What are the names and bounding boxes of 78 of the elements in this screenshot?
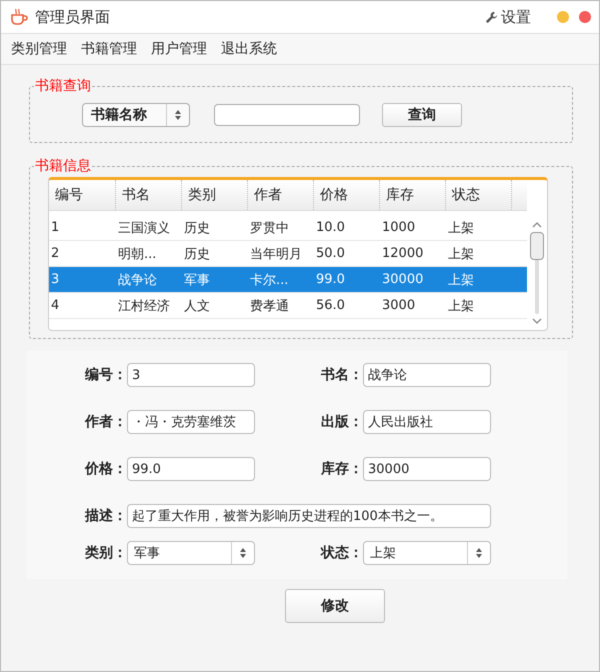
window-title: 管理员界面 (35, 8, 110, 26)
table-cell-text: 三国演义 (117, 220, 171, 236)
table-cell-text: 56.0 (315, 298, 346, 313)
wrench-icon (485, 10, 498, 24)
chevron-up-icon[interactable] (532, 222, 542, 228)
table-cell-text: 江村经济 (117, 298, 171, 314)
table-cell-text: 费孝通 (249, 298, 290, 314)
query-button[interactable]: 查询 (382, 103, 462, 127)
column-header[interactable]: 类别 (182, 180, 248, 210)
column-header[interactable]: 库存 (380, 180, 446, 210)
search-field[interactable] (214, 104, 360, 126)
field-label: 类别： (84, 544, 127, 562)
table-cell-text: 1 (50, 220, 60, 235)
input-field[interactable]: 3 (127, 363, 255, 387)
column-header[interactable]: 作者 (248, 180, 314, 210)
table-cell-text: 3 (50, 272, 60, 287)
spinner-arrows-icon (239, 547, 247, 559)
field-label: 库存： (320, 460, 363, 478)
minimize-button[interactable] (557, 11, 569, 23)
field-label: 书名： (320, 366, 363, 384)
field-label: 描述： (84, 507, 127, 525)
table-cell-text: 罗贯中 (249, 220, 290, 236)
menu-item[interactable]: 类别管理 (11, 40, 67, 58)
column-header[interactable]: 书名 (116, 180, 182, 210)
table-cell-text: 明朝... (117, 246, 158, 262)
table-cell-text: 10.0 (315, 220, 346, 235)
modify-button[interactable]: 修改 (285, 589, 385, 623)
table-row[interactable]: 3 战争论 军事 卡尔... 99.0 30000 上架 (49, 267, 527, 293)
table-cell-text: 人文 (183, 298, 211, 314)
table-cell-text: 上架 (447, 246, 475, 262)
table-cell-text: 历史 (183, 246, 211, 262)
spinner-arrows-icon (174, 109, 182, 121)
group-legend: 书籍信息 (34, 157, 92, 175)
table-cell-text: 1000 (381, 220, 416, 235)
input-field[interactable]: 30000 (363, 457, 491, 481)
close-button[interactable] (579, 11, 591, 23)
table-row[interactable]: 4 江村经济 人文 费孝通 56.0 3000 上架 (49, 293, 527, 319)
table-cell-text: 12000 (381, 246, 424, 261)
spinner-arrows-icon (475, 547, 483, 559)
input-field[interactable]: ・冯・克劳塞维茨 (127, 410, 255, 434)
chevron-down-icon[interactable] (532, 318, 542, 324)
menu-item[interactable]: 退出系统 (221, 40, 277, 58)
column-header[interactable]: 编号 (49, 180, 116, 210)
field-label: 作者： (84, 413, 127, 431)
select-field[interactable]: 上架 (363, 541, 491, 565)
table-cell-text: 卡尔... (249, 272, 290, 288)
field-label: 编号： (84, 366, 127, 384)
table-cell-text: 2 (50, 246, 60, 261)
table-cell-text: 4 (50, 298, 60, 313)
input-field[interactable]: 起了重大作用，被誉为影响历史进程的100本书之一。 (127, 504, 491, 528)
table-cell-text: 30000 (381, 272, 424, 287)
table-cell-text: 50.0 (315, 246, 346, 261)
table-row[interactable]: 1 三国演义 历史 罗贯中 10.0 1000 上架 (49, 215, 527, 241)
input-field[interactable]: 99.0 (127, 457, 255, 481)
input-field[interactable]: 人民出版社 (363, 410, 491, 434)
column-header[interactable]: 状态 (446, 180, 512, 210)
input-field[interactable]: 战争论 (363, 363, 491, 387)
select-field[interactable]: 军事 (127, 541, 255, 565)
table-cell-text: 上架 (447, 272, 475, 288)
menu-item[interactable]: 用户管理 (151, 40, 207, 58)
table-cell-text: 上架 (447, 298, 475, 314)
field-label: 价格： (84, 460, 127, 478)
table-cell-text: 99.0 (315, 272, 346, 287)
column-header[interactable]: 价格 (314, 180, 380, 210)
search-type-select[interactable]: 书籍名称 (82, 103, 190, 127)
menu-item[interactable]: 书籍管理 (81, 40, 137, 58)
table-cell-text: 历史 (183, 220, 211, 236)
table-cell-text: 军事 (183, 272, 211, 288)
table-cell-text: 当年明月 (249, 246, 303, 262)
table-cell-text: 战争论 (117, 272, 158, 288)
field-label: 出版： (320, 413, 363, 431)
cup-icon (9, 8, 29, 26)
group-legend: 书籍查询 (34, 77, 92, 95)
table-cell-text: 上架 (447, 220, 475, 236)
field-label: 状态： (320, 544, 363, 562)
settings-button[interactable]: 设置 (485, 8, 531, 26)
scroll-thumb[interactable] (530, 232, 544, 260)
table-cell-text: 3000 (381, 298, 416, 313)
